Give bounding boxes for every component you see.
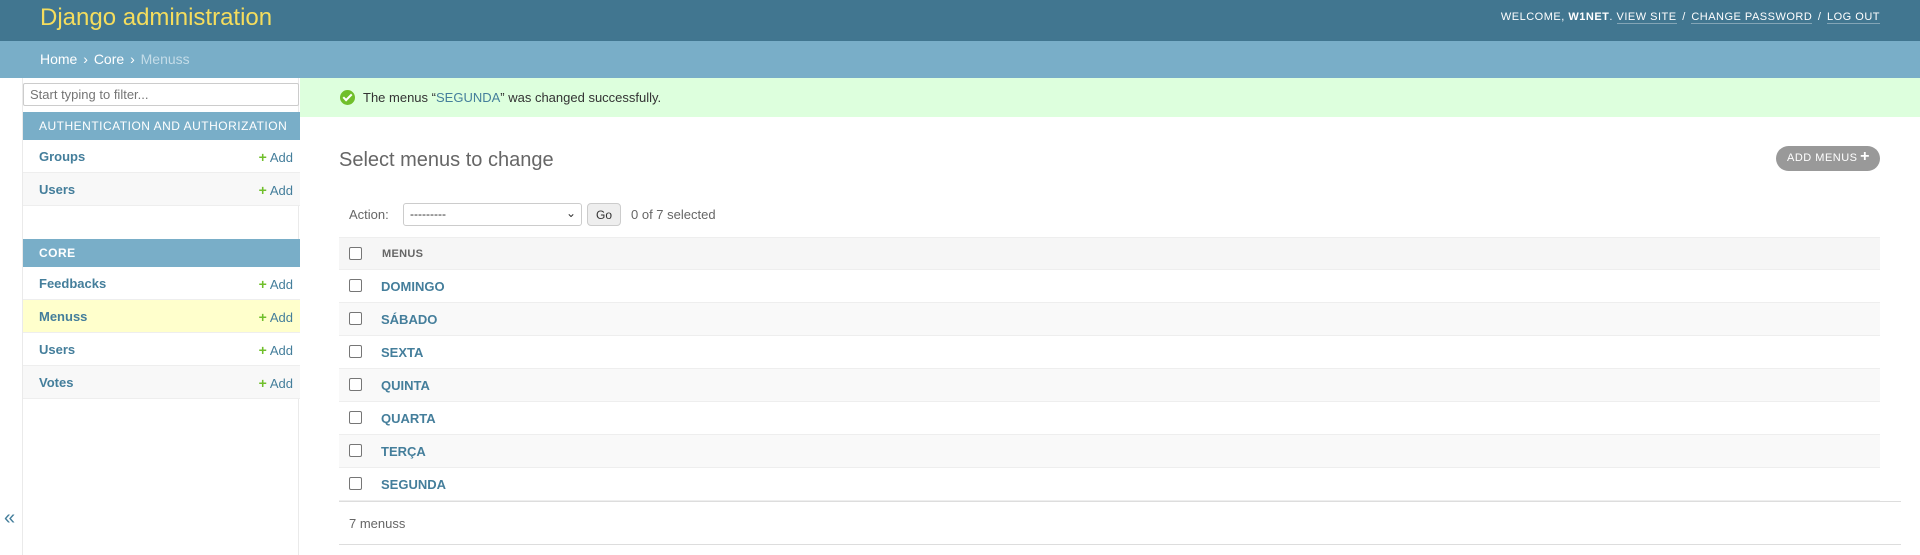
separator: / — [1682, 11, 1686, 23]
action-select[interactable]: --------- ⌄ — [403, 203, 582, 226]
row-checkbox[interactable] — [349, 279, 362, 292]
row-link[interactable]: QUINTA — [381, 378, 430, 393]
separator: / — [1817, 11, 1822, 23]
add-label: Add — [269, 277, 293, 292]
actions-bar: Action: --------- ⌄ Go 0 of 7 selected — [339, 200, 1880, 236]
table-row: DOMINGO — [339, 270, 1880, 303]
add-label: Add — [269, 376, 293, 391]
add-label: Add — [269, 183, 293, 198]
sidebar-item-feedbacks: Feedbacks + Add — [23, 267, 300, 300]
go-button[interactable]: Go — [587, 203, 621, 226]
add-users-auth-link[interactable]: + Add — [259, 182, 293, 198]
plus-icon: + — [1860, 148, 1870, 165]
add-menus-button[interactable]: Add menus + — [1776, 146, 1880, 171]
column-header-menus[interactable]: MENUS — [382, 248, 423, 260]
sidebar-link-menuss[interactable]: Menuss — [39, 309, 87, 324]
breadcrumb-current: Menuss — [140, 51, 190, 67]
module-caption-core[interactable]: Core — [23, 239, 300, 267]
message-object-link[interactable]: SEGUNDA — [436, 90, 500, 105]
add-users-core-link[interactable]: + Add — [259, 342, 293, 358]
plus-icon: + — [258, 309, 267, 325]
row-checkbox[interactable] — [349, 444, 362, 457]
nav-filter-input[interactable] — [23, 83, 299, 106]
row-link[interactable]: TERÇA — [381, 444, 426, 459]
breadcrumb-separator: › — [130, 51, 135, 67]
row-checkbox[interactable] — [349, 345, 362, 358]
page-title: Select menus to change — [339, 149, 554, 171]
breadcrumb-core[interactable]: Core — [94, 51, 124, 67]
nav-sidebar: Authentication and Authorization Groups … — [22, 78, 300, 555]
add-votes-link[interactable]: + Add — [259, 375, 293, 391]
user-tools: Welcome, W1NET. View site / Change passw… — [1500, 11, 1880, 24]
add-menus-label: Add menus — [1787, 152, 1858, 164]
username: W1NET — [1568, 11, 1610, 23]
success-message: The menus “SEGUNDA” was changed successf… — [300, 78, 1920, 117]
add-label: Add — [269, 343, 293, 358]
row-checkbox[interactable] — [349, 477, 362, 490]
select-all-checkbox[interactable] — [349, 247, 362, 260]
module-auth: Authentication and Authorization Groups … — [23, 112, 300, 206]
sidebar-item-users-core: Users + Add — [23, 333, 300, 366]
row-link[interactable]: SÁBADO — [381, 312, 437, 327]
selected-counter: 0 of 7 selected — [631, 207, 716, 222]
change-password-link[interactable]: Change password — [1691, 11, 1813, 24]
row-checkbox[interactable] — [349, 312, 362, 325]
row-link[interactable]: QUARTA — [381, 411, 436, 426]
sidebar-link-users-core[interactable]: Users — [39, 342, 75, 357]
add-label: Add — [269, 150, 293, 165]
add-menuss-link[interactable]: + Add — [259, 309, 293, 325]
row-checkbox[interactable] — [349, 378, 362, 391]
welcome-text: Welcome, — [1500, 11, 1565, 23]
paginator: 7 menuss — [339, 501, 1901, 545]
table-row: TERÇA — [339, 435, 1880, 468]
sidebar-link-feedbacks[interactable]: Feedbacks — [39, 276, 106, 291]
plus-icon: + — [258, 375, 267, 391]
add-feedbacks-link[interactable]: + Add — [259, 276, 293, 292]
plus-icon: + — [258, 342, 267, 358]
result-list-table: MENUS DOMINGO SÁBADO SEXTA QUINTA QUARTA… — [339, 237, 1880, 501]
sidebar-item-menuss: Menuss + Add — [23, 300, 300, 333]
table-header: MENUS — [339, 237, 1880, 270]
table-row: SÁBADO — [339, 303, 1880, 336]
checkmark-circle-icon — [340, 90, 355, 105]
plus-icon: + — [258, 276, 267, 292]
message-prefix: The menus “ — [363, 90, 436, 105]
sidebar-item-groups: Groups + Add — [23, 140, 300, 173]
header: Django administration Welcome, W1NET. Vi… — [0, 0, 1920, 41]
message-text: The menus “SEGUNDA” was changed successf… — [363, 90, 661, 105]
breadcrumb: Home › Core › Menuss — [0, 41, 1920, 78]
add-groups-link[interactable]: + Add — [259, 149, 293, 165]
row-link[interactable]: SEGUNDA — [381, 477, 446, 492]
result-count: 7 menuss — [349, 516, 406, 531]
table-row: QUINTA — [339, 369, 1880, 402]
sidebar-item-users-auth: Users + Add — [23, 173, 300, 206]
row-checkbox[interactable] — [349, 411, 362, 424]
sidebar-link-users-auth[interactable]: Users — [39, 182, 75, 197]
breadcrumb-separator: › — [83, 51, 88, 67]
message-suffix: ” was changed successfully. — [500, 90, 662, 105]
chevron-down-icon: ⌄ — [565, 206, 576, 220]
breadcrumb-home[interactable]: Home — [40, 51, 77, 67]
sidebar-item-votes: Votes + Add — [23, 366, 300, 399]
view-site-link[interactable]: View site — [1616, 11, 1677, 24]
double-chevron-left-icon: « — [4, 507, 16, 529]
table-row: SEXTA — [339, 336, 1880, 369]
sidebar-link-groups[interactable]: Groups — [39, 149, 85, 164]
plus-icon: + — [258, 149, 267, 165]
action-selected-value: --------- — [410, 207, 446, 221]
add-label: Add — [269, 310, 293, 325]
row-link[interactable]: SEXTA — [381, 345, 423, 360]
row-link[interactable]: DOMINGO — [381, 279, 445, 294]
action-label: Action: — [349, 207, 389, 222]
table-row: SEGUNDA — [339, 468, 1880, 501]
site-branding[interactable]: Django administration — [40, 4, 272, 32]
toggle-nav-sidebar-button[interactable]: « — [4, 508, 15, 528]
sidebar-link-votes[interactable]: Votes — [39, 375, 73, 390]
module-caption-auth[interactable]: Authentication and Authorization — [23, 112, 300, 140]
table-row: QUARTA — [339, 402, 1880, 435]
log-out-link[interactable]: Log out — [1826, 11, 1880, 24]
module-core: Core Feedbacks + Add Menuss + Add Users + A… — [23, 239, 300, 399]
plus-icon: + — [258, 182, 267, 198]
